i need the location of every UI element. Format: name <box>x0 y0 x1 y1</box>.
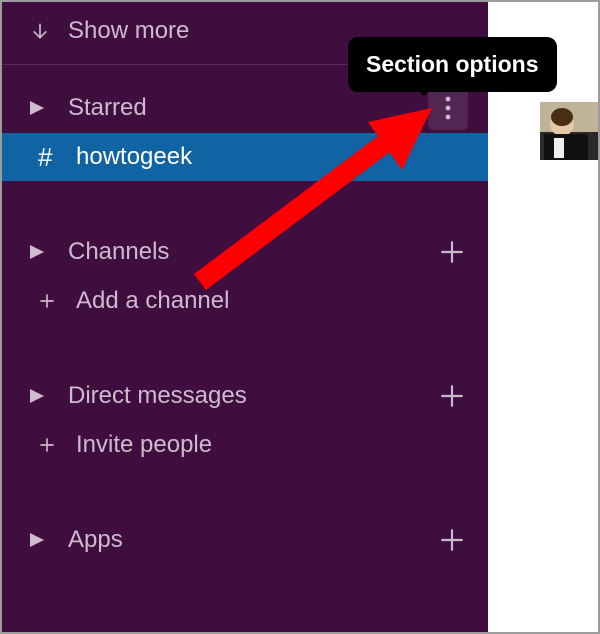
section-options-tooltip: Section options <box>348 37 557 92</box>
section-options-button[interactable] <box>428 86 468 130</box>
plus-icon <box>439 527 465 553</box>
plus-small-icon <box>38 292 76 310</box>
channel-howtogeek[interactable]: # howtogeek <box>2 133 488 181</box>
plus-icon <box>439 383 465 409</box>
new-dm-button[interactable] <box>434 378 470 414</box>
section-channels[interactable]: Channels <box>2 227 488 277</box>
invite-people-row[interactable]: Invite people <box>2 421 488 469</box>
section-starred-label: Starred <box>68 94 428 122</box>
add-a-channel-row[interactable]: Add a channel <box>2 277 488 325</box>
tooltip-text: Section options <box>366 51 539 77</box>
add-channel-button[interactable] <box>434 234 470 270</box>
add-app-button[interactable] <box>434 522 470 558</box>
caret-right-icon <box>30 533 68 547</box>
caret-right-icon <box>30 101 68 115</box>
section-direct-messages[interactable]: Direct messages <box>2 371 488 421</box>
kebab-icon <box>445 96 451 120</box>
section-apps-label: Apps <box>68 526 434 554</box>
avatar[interactable] <box>540 102 598 160</box>
arrow-down-icon <box>30 21 68 41</box>
section-dm-label: Direct messages <box>68 382 434 410</box>
invite-people-label: Invite people <box>76 431 470 459</box>
avatar-image <box>540 102 598 160</box>
caret-right-icon <box>30 389 68 403</box>
hash-icon: # <box>38 142 76 173</box>
plus-small-icon <box>38 436 76 454</box>
section-apps[interactable]: Apps <box>2 515 488 565</box>
caret-right-icon <box>30 245 68 259</box>
section-channels-label: Channels <box>68 238 434 266</box>
add-a-channel-label: Add a channel <box>76 287 470 315</box>
plus-icon <box>439 239 465 265</box>
channel-howtogeek-label: howtogeek <box>76 143 470 171</box>
